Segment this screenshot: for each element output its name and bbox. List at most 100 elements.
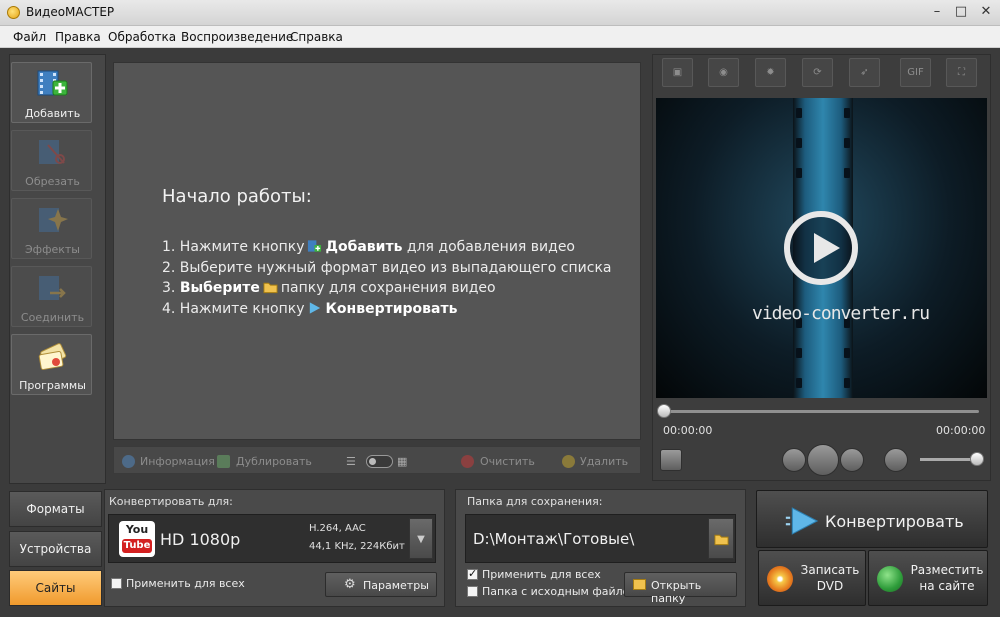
video-preview[interactable]: video-converter.ru [656,98,987,398]
programs-button[interactable]: Программы [11,334,92,395]
brightness-icon[interactable]: ✹ [755,58,786,87]
burn-dvd-line1: Записать [800,563,860,577]
source-folder-checkbox[interactable] [467,586,478,597]
step-1-suffix: для добавления видео [406,239,575,255]
view-toggle[interactable] [366,455,393,468]
tab-sites[interactable]: Сайты [9,570,102,606]
seek-knob[interactable] [657,404,671,418]
app-logo-icon [7,6,20,19]
big-play-icon[interactable] [784,211,858,285]
save-apply-all-checkbox[interactable] [467,567,478,580]
open-folder-icon [633,579,646,590]
save-folder-title: Папка для сохранения: [467,495,603,508]
step-3-prefix: 3. [162,280,176,296]
burn-dvd-button[interactable]: Записать DVD [758,550,866,606]
menu-help[interactable]: Справка [290,30,343,44]
trim-button[interactable]: Обрезать [11,130,92,191]
info-icon [122,455,135,468]
convert-apply-all-label: Применить для всех [126,577,245,590]
duplicate-icon [217,455,230,468]
menu-edit[interactable]: Правка [55,30,101,44]
convert-for-title: Конвертировать для: [109,495,233,508]
publish-line2: на сайте [919,579,975,593]
close-button[interactable]: ✕ [977,4,995,20]
minimize-button[interactable]: – [928,4,946,20]
add-button[interactable]: Добавить [11,62,92,123]
crop-icon[interactable]: ▣ [662,58,693,87]
clear-button[interactable]: Очистить [480,455,535,468]
stabilize-icon[interactable]: ◉ [708,58,739,87]
step-3-bold: Выберите [179,280,260,296]
snapshot-button[interactable] [660,449,682,471]
format-selector[interactable]: You Tube HD 1080p H.264, AAC 44,1 KHz, 22… [108,514,436,563]
tab-formats[interactable]: Форматы [9,491,102,527]
trim-label: Обрезать [25,175,80,188]
save-folder-field[interactable]: D:\Монтаж\Готовые\ [465,514,736,563]
format-spec-codec: H.264, AAC [309,523,366,534]
publish-line1: Разместить [910,563,984,577]
convert-apply-all-checkbox[interactable] [111,578,122,589]
delete-button[interactable]: Удалить [580,455,628,468]
step-4-prefix: 4. Нажмите кнопку [162,300,305,317]
total-time: 00:00:00 [936,424,986,437]
format-dropdown-icon[interactable]: ▼ [409,518,433,559]
tab-devices[interactable]: Устройства [9,531,102,567]
params-button[interactable]: ⚙ Параметры [325,572,437,597]
speed-icon[interactable]: ➶ [849,58,880,87]
previous-frame-button[interactable] [782,448,806,472]
film-add-icon [37,70,68,96]
open-folder-button[interactable]: Открыть папку [624,572,737,605]
info-button[interactable]: Информация [140,455,215,468]
fullscreen-icon[interactable]: ⛶ [946,58,977,87]
list-view-icon[interactable]: ☰ [346,455,356,468]
effects-button[interactable]: Эффекты [11,198,92,259]
format-spec-audio: 44,1 KHz, 224Кбит [309,541,405,552]
gear-icon: ⚙ [344,577,356,592]
add-label: Добавить [24,107,81,120]
open-folder-label: Открыть папку [651,579,702,605]
gif-icon[interactable]: GIF [900,58,931,87]
title-bar: ВидеоМАСТЕР – □ ✕ [0,0,1000,26]
youtube-you: You [125,523,149,536]
rotate-icon[interactable]: ⟳ [802,58,833,87]
menu-processing[interactable]: Обработка [108,30,176,44]
volume-knob[interactable] [970,452,984,466]
menu-bar: Файл Правка Обработка Воспроизведение Сп… [0,26,1000,48]
sparkle-effects-icon [39,208,68,232]
save-apply-all-label: Применить для всех [482,568,601,581]
volume-icon[interactable] [884,448,908,472]
step-4-bold: Конвертировать [325,300,458,317]
getting-started-title: Начало работы: [162,186,312,207]
next-frame-button[interactable] [840,448,864,472]
folder-small-icon [263,282,278,294]
menu-playback[interactable]: Воспроизведение [181,30,293,44]
step-1: 1. Нажмите кнопку Добавить для добавления… [162,237,611,258]
film-join-icon [39,276,66,300]
play-button[interactable] [807,444,839,476]
delete-icon [562,455,575,468]
step-4: 4. Нажмите кнопку Конвертировать [162,299,611,320]
convert-button[interactable]: Конвертировать [756,490,988,548]
browse-folder-button[interactable] [708,518,734,559]
getting-started-steps: 1. Нажмите кнопку Добавить для добавления… [162,237,611,319]
menu-file[interactable]: Файл [13,30,46,44]
step-3-suffix: папку для сохранения видео [280,280,496,296]
youtube-tube: Tube [122,539,152,553]
save-folder-path: D:\Монтаж\Готовые\ [473,530,635,548]
programs-label: Программы [19,379,86,392]
programs-icon [38,343,67,370]
join-button[interactable]: Соединить [11,266,92,327]
current-time: 00:00:00 [663,424,713,437]
step-1-prefix: 1. Нажмите кнопку [162,239,305,255]
grid-view-icon[interactable]: ▦ [397,455,407,468]
join-label: Соединить [20,311,85,324]
format-name: HD 1080p [160,530,241,549]
seek-bar[interactable] [662,410,979,413]
duplicate-button[interactable]: Дублировать [236,455,312,468]
maximize-button[interactable]: □ [952,4,970,20]
film-add-small-icon [308,240,322,252]
preview-watermark: video-converter.ru [752,303,930,324]
effects-label: Эффекты [25,243,80,256]
publish-button[interactable]: Разместить на сайте [868,550,988,606]
app-window: ВидеоМАСТЕР – □ ✕ Файл Правка Обработка … [0,0,1000,617]
